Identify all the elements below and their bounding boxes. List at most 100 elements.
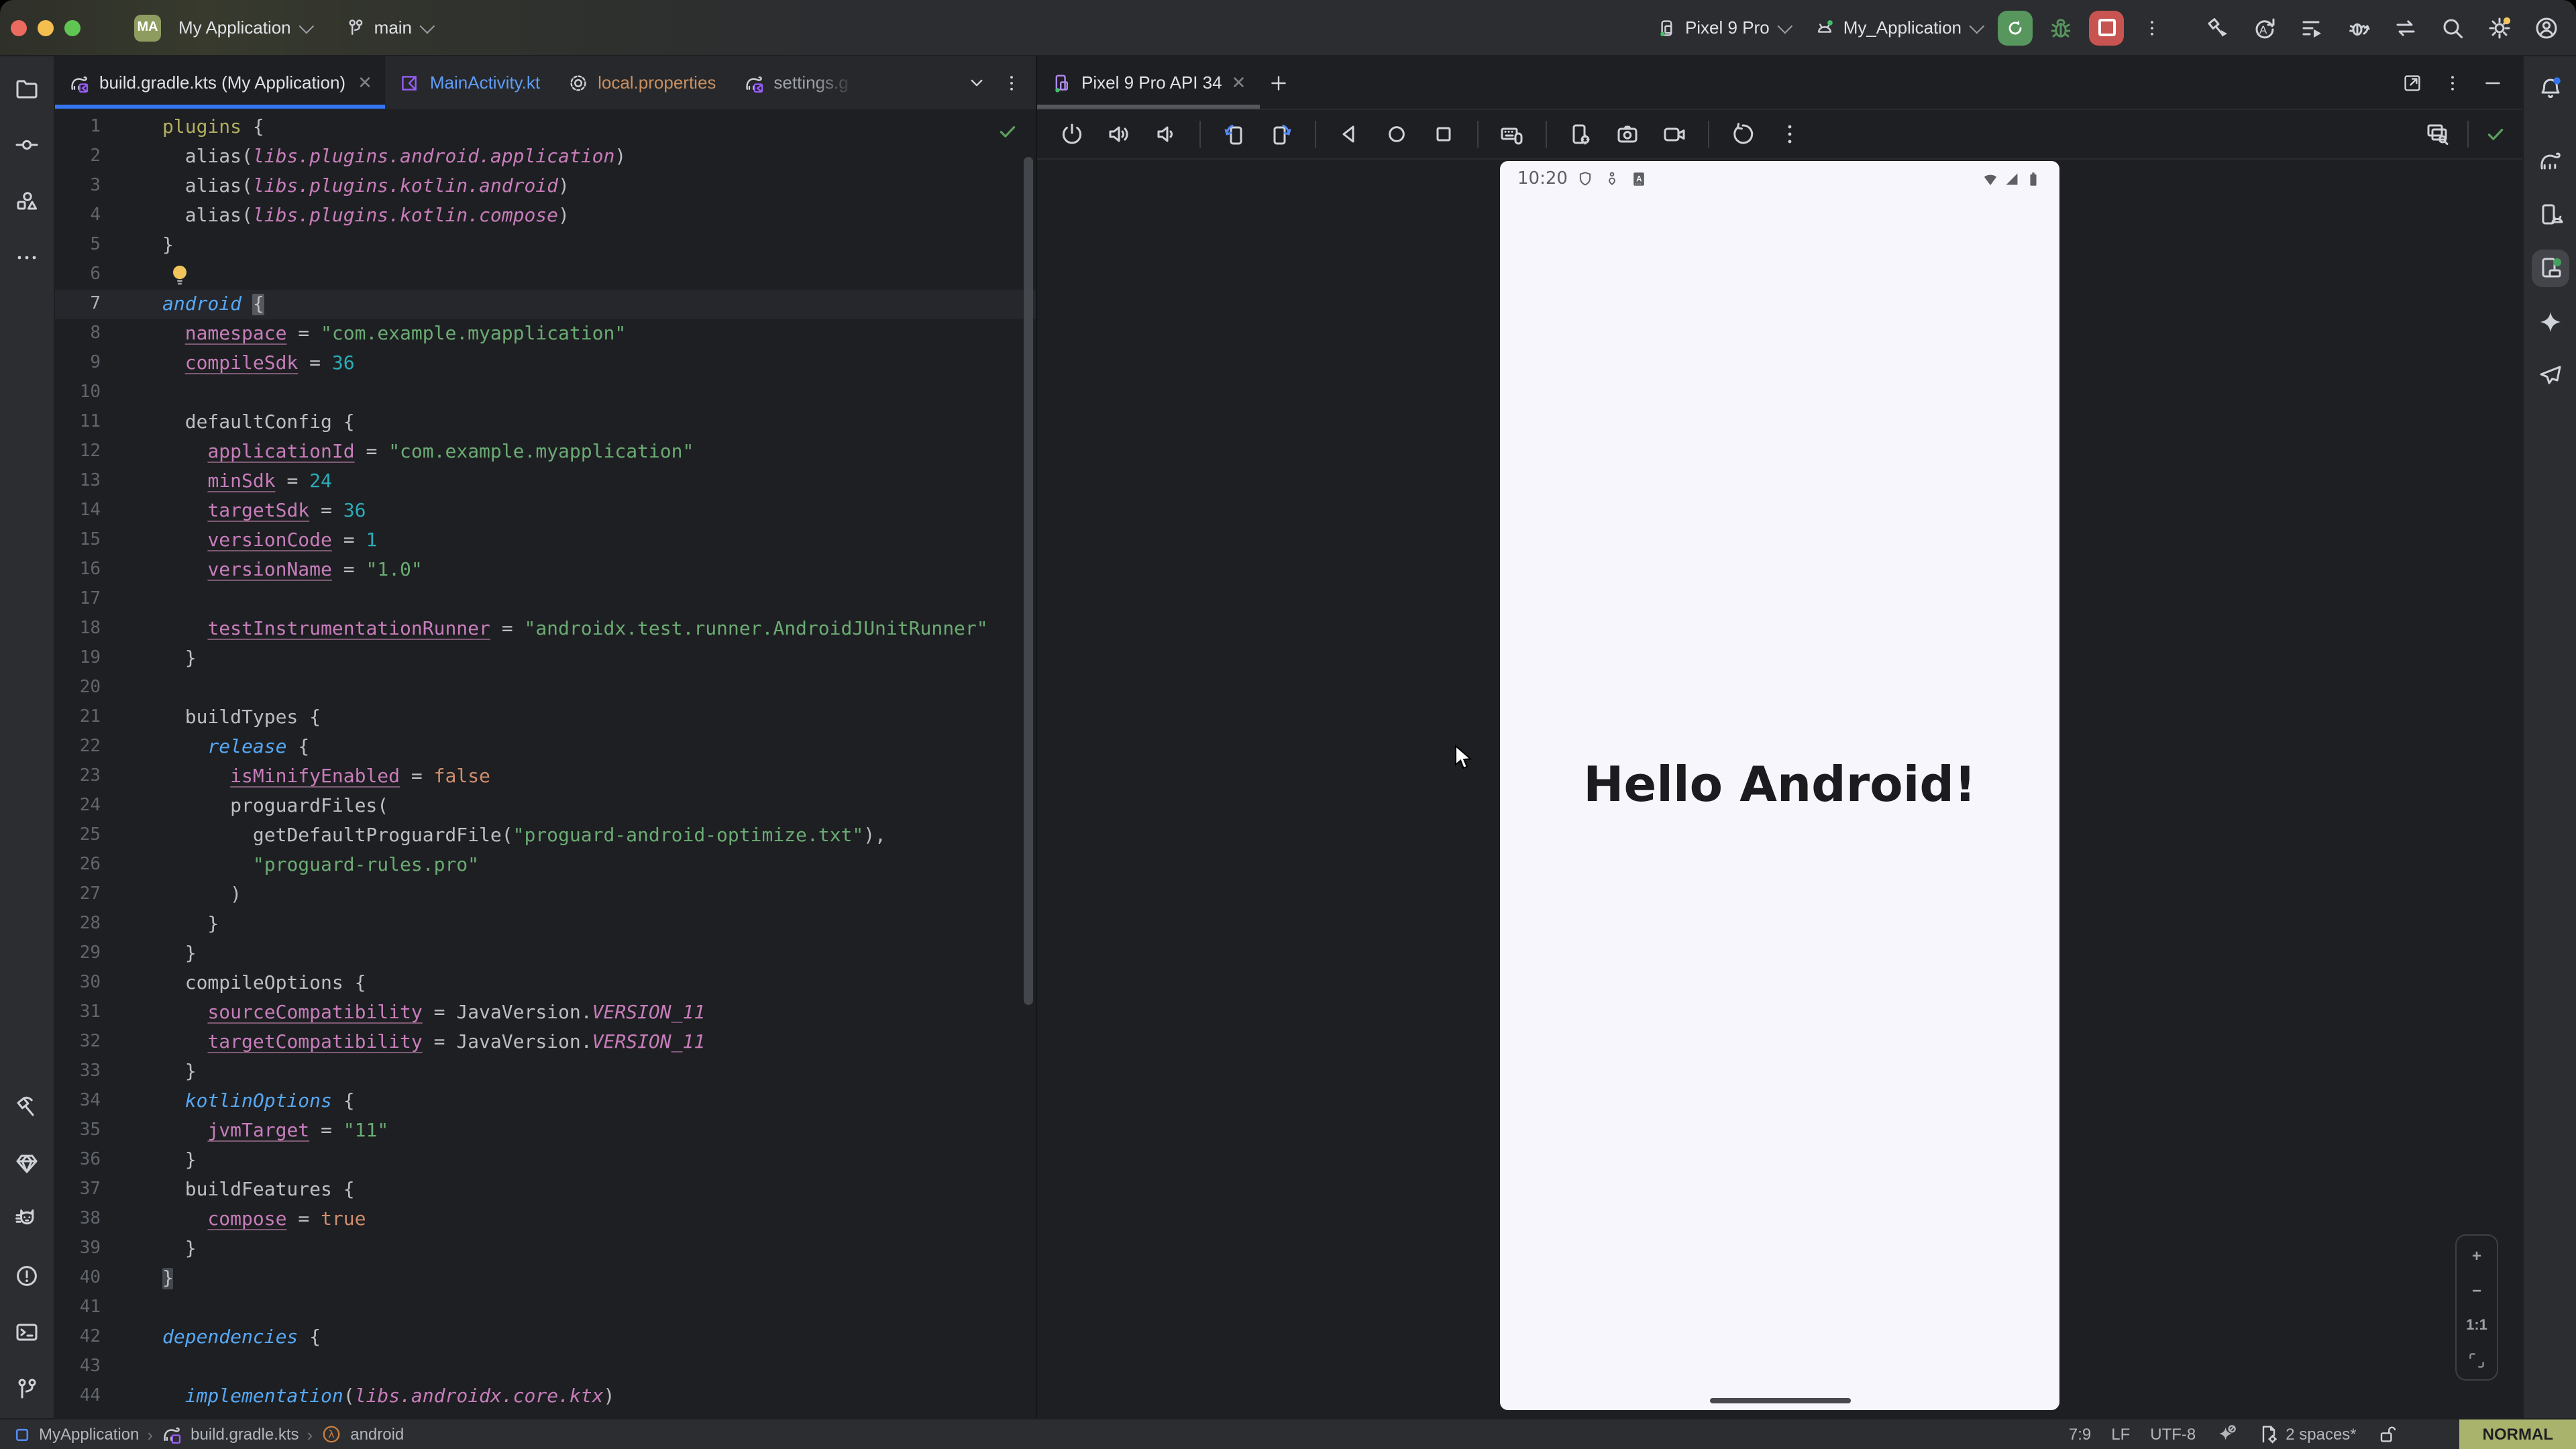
gemini-tool-button[interactable] — [2531, 303, 2569, 341]
stop-button[interactable] — [2089, 10, 2124, 45]
running-devices-tool-button[interactable] — [2531, 250, 2569, 287]
code-line-7[interactable]: 7android { — [55, 290, 1036, 319]
tab-list-chevron-icon[interactable] — [966, 72, 987, 93]
code-line-11[interactable]: 11 defaultConfig { — [55, 408, 1036, 437]
hardware-input-icon[interactable] — [1499, 121, 1525, 148]
inspections-ok-icon[interactable] — [997, 121, 1018, 142]
zoom-out-button[interactable]: − — [2472, 1277, 2481, 1303]
panel-options-kebab-icon[interactable] — [2442, 72, 2463, 93]
code-line-15[interactable]: 15 versionCode = 1 — [55, 526, 1036, 555]
line-number[interactable]: 14 — [55, 496, 101, 526]
code-line-22[interactable]: 22 release { — [55, 733, 1036, 762]
line-number[interactable]: 31 — [55, 998, 101, 1028]
code-line-5[interactable]: 5} — [55, 231, 1036, 260]
add-device-tab-icon[interactable] — [1267, 72, 1289, 93]
terminal-tool-button[interactable] — [8, 1313, 46, 1351]
code-line-36[interactable]: 36 } — [55, 1146, 1036, 1175]
breadcrumb-project[interactable]: MyApplication — [39, 1425, 139, 1444]
line-number[interactable]: 33 — [55, 1057, 101, 1087]
line-number[interactable]: 24 — [55, 792, 101, 821]
open-in-new-window-icon[interactable] — [2402, 72, 2423, 93]
line-number[interactable]: 7 — [55, 290, 101, 319]
home-indicator[interactable] — [1709, 1397, 1850, 1403]
line-number[interactable]: 26 — [55, 851, 101, 880]
code-line-40[interactable]: 40} — [55, 1264, 1036, 1293]
code-line-42[interactable]: 42dependencies { — [55, 1323, 1036, 1352]
code-line-28[interactable]: 28 } — [55, 910, 1036, 939]
commit-tool-button[interactable] — [8, 126, 46, 164]
resource-manager-tool-button[interactable] — [8, 182, 46, 220]
ideavim-icon[interactable] — [2418, 1424, 2440, 1445]
line-number[interactable]: 44 — [55, 1382, 101, 1411]
line-number[interactable]: 1 — [55, 113, 101, 142]
line-number[interactable]: 15 — [55, 526, 101, 555]
minimize-window-button[interactable] — [38, 19, 54, 36]
volume-down-icon[interactable] — [1152, 121, 1179, 148]
device-manager-tool-button[interactable] — [2531, 196, 2569, 233]
line-number[interactable]: 36 — [55, 1146, 101, 1175]
line-separator-widget[interactable]: LF — [2111, 1425, 2130, 1444]
breadcrumb-file[interactable]: build.gradle.kts — [191, 1425, 299, 1444]
search-everywhere-button[interactable] — [2434, 9, 2471, 46]
line-number[interactable]: 10 — [55, 378, 101, 408]
screen-record-icon[interactable] — [1661, 121, 1688, 148]
line-number[interactable]: 5 — [55, 231, 101, 260]
tab-options-kebab-icon[interactable] — [1001, 72, 1022, 93]
code-line-1[interactable]: 1plugins { — [55, 113, 1036, 142]
attach-debugger-button[interactable] — [2340, 9, 2377, 46]
app-quality-insights-tool-button[interactable] — [8, 1144, 46, 1182]
more-tool-windows-button[interactable] — [8, 239, 46, 276]
code-line-17[interactable]: 17 — [55, 585, 1036, 614]
rotate-right-icon[interactable] — [1268, 121, 1295, 148]
code-line-10[interactable]: 10 — [55, 378, 1036, 408]
zoom-fit-button[interactable] — [2466, 1347, 2487, 1373]
code-line-2[interactable]: 2 alias(libs.plugins.android.application… — [55, 142, 1036, 172]
line-number[interactable]: 4 — [55, 201, 101, 231]
encoding-widget[interactable]: UTF-8 — [2150, 1425, 2196, 1444]
line-number[interactable]: 19 — [55, 644, 101, 674]
logcat-tool-button[interactable] — [8, 1201, 46, 1238]
hide-panel-icon[interactable] — [2482, 72, 2504, 93]
line-number[interactable]: 22 — [55, 733, 101, 762]
code-line-43[interactable]: 43 — [55, 1352, 1036, 1382]
code-line-29[interactable]: 29 } — [55, 939, 1036, 969]
line-number[interactable]: 32 — [55, 1028, 101, 1057]
code-line-31[interactable]: 31 sourceCompatibility = JavaVersion.VER… — [55, 998, 1036, 1028]
line-number[interactable]: 39 — [55, 1234, 101, 1264]
vcs-branch-widget[interactable]: main — [337, 9, 439, 46]
code-line-20[interactable]: 20 — [55, 674, 1036, 703]
code-editor[interactable]: 1plugins {2 alias(libs.plugins.android.a… — [55, 110, 1036, 1418]
rerun-button[interactable] — [1998, 10, 2033, 45]
device-more-kebab-icon[interactable] — [1776, 121, 1803, 148]
line-number[interactable]: 9 — [55, 349, 101, 378]
code-line-41[interactable]: 41 — [55, 1293, 1036, 1323]
power-button-icon[interactable] — [1059, 121, 1085, 148]
zoom-in-button[interactable]: + — [2472, 1242, 2481, 1268]
tab-mainactivity[interactable]: MainActivity.kt — [386, 56, 553, 109]
close-tab-icon[interactable]: ✕ — [358, 72, 372, 93]
line-number[interactable]: 17 — [55, 585, 101, 614]
code-line-12[interactable]: 12 applicationId = "com.example.myapplic… — [55, 437, 1036, 467]
line-number[interactable]: 40 — [55, 1264, 101, 1293]
line-number[interactable]: 11 — [55, 408, 101, 437]
vim-mode-badge[interactable]: NORMAL — [2460, 1419, 2576, 1449]
code-line-13[interactable]: 13 minSdk = 24 — [55, 467, 1036, 496]
tab-local-properties[interactable]: local.properties — [553, 56, 729, 109]
line-number[interactable]: 30 — [55, 969, 101, 998]
profile-button[interactable] — [2528, 9, 2565, 46]
gradle-tool-button[interactable] — [2531, 142, 2569, 180]
settings-button[interactable] — [2481, 9, 2518, 46]
close-device-tab-icon[interactable]: ✕ — [1232, 72, 1246, 93]
line-number[interactable]: 25 — [55, 821, 101, 851]
code-line-21[interactable]: 21 buildTypes { — [55, 703, 1036, 733]
version-control-tool-button[interactable] — [8, 1370, 46, 1407]
unlocked-icon[interactable] — [2377, 1424, 2398, 1445]
code-line-23[interactable]: 23 isMinifyEnabled = false — [55, 762, 1036, 792]
editor-scrollbar[interactable] — [1024, 157, 1033, 1005]
code-line-26[interactable]: 26 "proguard-rules.pro" — [55, 851, 1036, 880]
gradle-sync-button[interactable] — [2387, 9, 2424, 46]
ui-check-icon[interactable] — [2424, 121, 2451, 148]
code-line-8[interactable]: 8 namespace = "com.example.myapplication… — [55, 319, 1036, 349]
line-number[interactable]: 8 — [55, 319, 101, 349]
line-number[interactable]: 28 — [55, 910, 101, 939]
